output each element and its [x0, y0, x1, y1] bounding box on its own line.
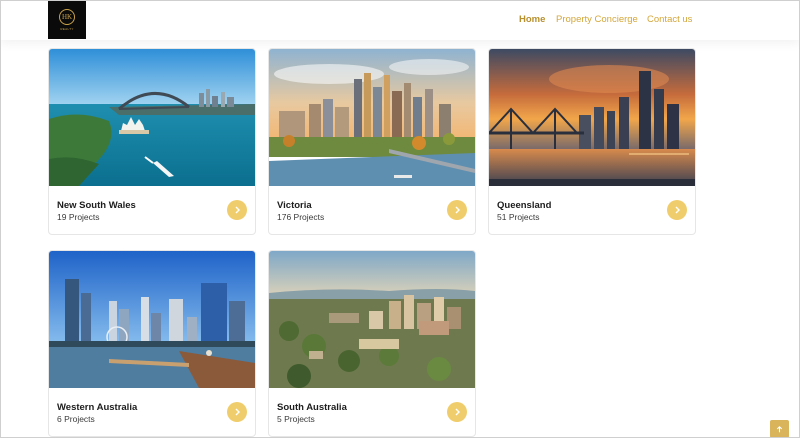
view-region-button[interactable] — [447, 402, 467, 422]
region-title: Victoria — [277, 200, 312, 211]
region-title: Western Australia — [57, 402, 138, 413]
region-title: South Australia — [277, 402, 347, 413]
chevron-right-icon — [455, 408, 460, 416]
nav-home[interactable]: Home — [519, 14, 545, 25]
region-title: New South Wales — [57, 200, 136, 211]
region-title: Queensland — [497, 200, 552, 211]
project-count: 51 Projects — [497, 212, 540, 222]
region-card-south-australia[interactable]: South Australia 5 Projects — [268, 250, 476, 437]
arrow-up-icon — [776, 425, 783, 432]
logo-mark: HK — [59, 9, 75, 25]
logo-text: REALTY — [60, 27, 74, 31]
region-card-western-australia[interactable]: Western Australia 6 Projects — [48, 250, 256, 437]
project-count: 6 Projects — [57, 414, 95, 424]
brisbane-sunset-image — [489, 49, 695, 186]
adelaide-aerial-image — [269, 251, 475, 388]
region-card-new-south-wales[interactable]: New South Wales 19 Projects — [48, 48, 256, 235]
nav-property-concierge[interactable]: Property Concierge — [556, 14, 638, 25]
project-count: 19 Projects — [57, 212, 100, 222]
view-region-button[interactable] — [227, 402, 247, 422]
view-region-button[interactable] — [447, 200, 467, 220]
chevron-right-icon — [455, 206, 460, 214]
scroll-to-top-button[interactable] — [770, 420, 789, 438]
melbourne-skyline-image — [269, 49, 475, 186]
perth-skyline-image — [49, 251, 255, 388]
site-logo[interactable]: HK REALTY — [48, 1, 86, 39]
site-header: HK REALTY Home Property Concierge Contac… — [0, 0, 800, 40]
chevron-right-icon — [235, 408, 240, 416]
region-card-victoria[interactable]: Victoria 176 Projects — [268, 48, 476, 235]
region-card-queensland[interactable]: Queensland 51 Projects — [488, 48, 696, 235]
view-region-button[interactable] — [227, 200, 247, 220]
project-count: 176 Projects — [277, 212, 325, 222]
project-count: 5 Projects — [277, 414, 315, 424]
sydney-harbour-image — [49, 49, 255, 186]
nav-contact-us[interactable]: Contact us — [647, 14, 692, 25]
view-region-button[interactable] — [667, 200, 687, 220]
chevron-right-icon — [235, 206, 240, 214]
chevron-right-icon — [675, 206, 680, 214]
